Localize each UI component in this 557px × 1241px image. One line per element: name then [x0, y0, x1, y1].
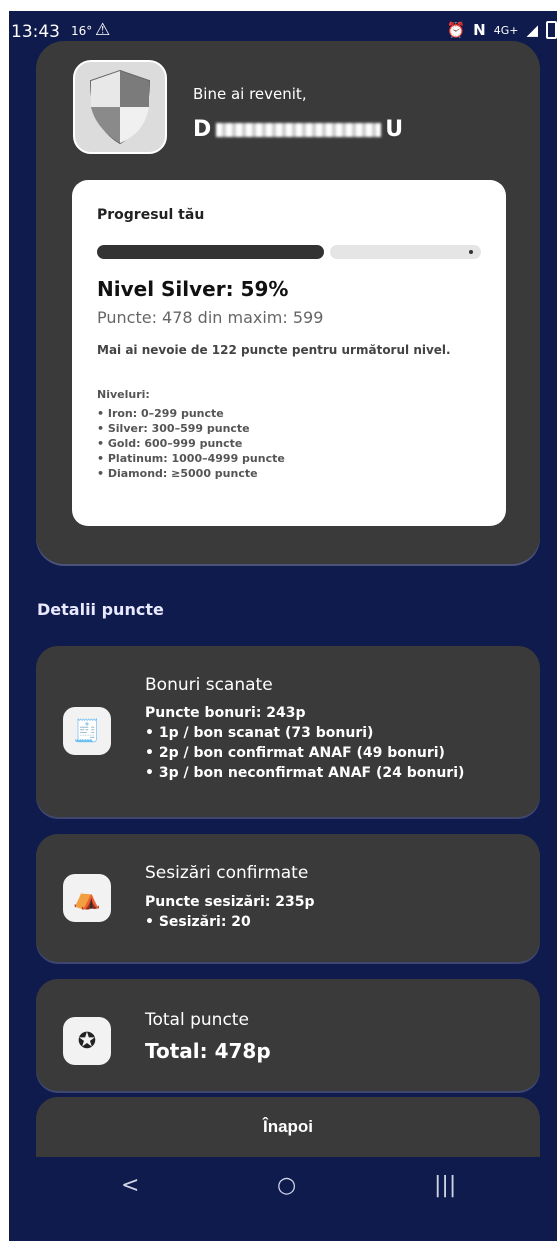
reports-title: Sesizări confirmate: [145, 863, 309, 883]
star-icon: ✪: [63, 1017, 111, 1065]
progress-title: Progresul tău: [97, 207, 205, 223]
total-title: Total puncte: [145, 1010, 249, 1030]
alarm-icon: ⏰: [446, 21, 466, 39]
system-nav-bar: < ○ |||: [9, 1159, 557, 1217]
level-item: • Gold: 600–999 puncte: [97, 437, 243, 450]
receipts-title: Bonuri scanate: [145, 675, 273, 695]
reports-card: ⛺ Sesizări confirmate Puncte sesizări: 2…: [36, 834, 540, 962]
progress-bar-fill: [97, 245, 324, 259]
receipts-card: 🧾 Bonuri scanate Puncte bonuri: 243p • 1…: [36, 646, 540, 817]
progress-card: Progresul tău Nivel Silver: 59% Puncte: …: [72, 180, 506, 526]
profile-card: Bine ai revenit, DU Progresul tău Nivel …: [36, 41, 540, 564]
nav-home-icon[interactable]: ○: [277, 1173, 296, 1198]
level-label: Nivel Silver: 59%: [97, 277, 289, 301]
battery-icon: [546, 21, 557, 39]
avatar: [73, 60, 167, 154]
username-start: D: [193, 117, 213, 142]
nav-back-icon[interactable]: <: [121, 1173, 139, 1198]
level-item: • Diamond: ≥5000 puncte: [97, 467, 258, 480]
section-title: Detalii puncte: [37, 600, 164, 619]
status-icons: ⏰ N 4G+ ◢: [446, 21, 557, 39]
receipts-item: • 3p / bon neconfirmat ANAF (24 bonuri): [145, 765, 465, 781]
level-item: • Platinum: 1000–4999 puncte: [97, 452, 285, 465]
greeting-text: Bine ai revenit,: [193, 85, 307, 103]
reports-points: Puncte sesizări: 235p: [145, 894, 315, 910]
receipts-points: Puncte bonuri: 243p: [145, 705, 306, 721]
network-label: 4G+: [493, 23, 519, 37]
level-item: • Iron: 0–299 puncte: [97, 407, 224, 420]
reports-list: • Sesizări: 20: [145, 912, 251, 932]
username-redacted: [216, 123, 382, 137]
status-temperature: 16°: [71, 24, 93, 38]
nfc-icon: N: [473, 21, 486, 39]
signal-icon: ◢: [526, 21, 538, 39]
reports-item: • Sesizări: 20: [145, 914, 251, 930]
username: DU: [193, 117, 404, 142]
receipts-item: • 2p / bon confirmat ANAF (49 bonuri): [145, 745, 445, 761]
back-button[interactable]: Înapoi: [36, 1097, 540, 1157]
nav-recent-icon[interactable]: |||: [434, 1173, 456, 1198]
report-icon: ⛺: [63, 874, 111, 922]
app-screen: 13:43 16° ⚠ ⏰ N 4G+ ◢ Bine ai revenit, D…: [9, 11, 557, 1241]
shield-icon: [89, 69, 151, 145]
username-end: U: [385, 117, 405, 142]
progress-bar-track: [330, 245, 481, 259]
levels-title: Niveluri:: [97, 388, 150, 401]
points-needed-text: Mai ai nevoie de 122 puncte pentru următ…: [97, 343, 451, 357]
levels-list: • Iron: 0–299 puncte • Silver: 300–599 p…: [97, 406, 285, 481]
warning-icon: ⚠: [95, 20, 111, 40]
receipt-icon: 🧾: [63, 707, 111, 755]
status-time: 13:43: [11, 22, 60, 42]
total-card: ✪ Total puncte Total: 478p: [36, 979, 540, 1091]
points-label: Puncte: 478 din maxim: 599: [97, 308, 324, 327]
receipts-list: • 1p / bon scanat (73 bonuri) • 2p / bon…: [145, 723, 464, 783]
receipts-item: • 1p / bon scanat (73 bonuri): [145, 725, 374, 741]
level-item: • Silver: 300–599 puncte: [97, 422, 250, 435]
progress-bar-end-dot: [469, 250, 473, 254]
total-points: Total: 478p: [145, 1039, 271, 1063]
